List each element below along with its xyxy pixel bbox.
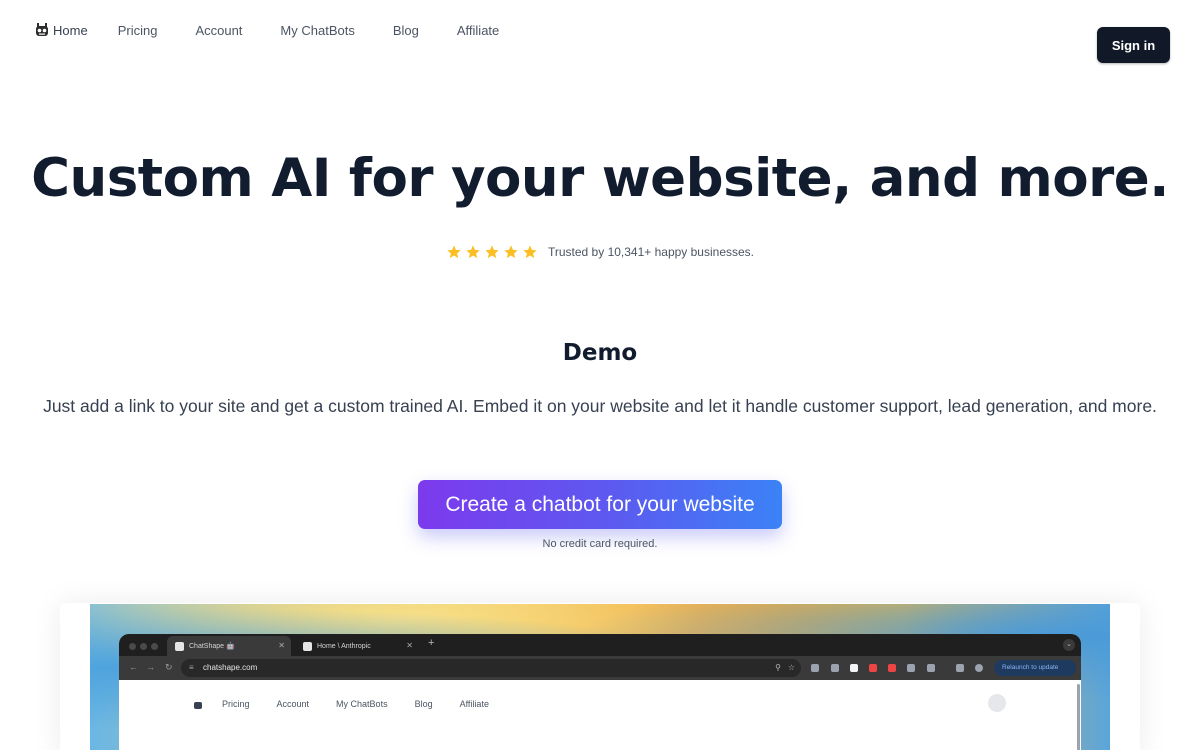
- tab-title: Home \ Anthropic: [317, 642, 371, 650]
- nav-home-link[interactable]: Home: [34, 22, 88, 38]
- window-close-dot: [129, 643, 136, 650]
- nav-home-label: Home: [53, 22, 88, 38]
- window-minimize-dot: [140, 643, 147, 650]
- zoom-icon: ⚲: [775, 663, 781, 672]
- address-bar: ≡ chatshape.com ⚲ ☆: [181, 659, 801, 677]
- extension-icon: [927, 664, 935, 672]
- address-url: chatshape.com: [203, 663, 258, 672]
- sign-in-button[interactable]: Sign in: [1097, 27, 1170, 63]
- nav-pricing-link[interactable]: Pricing: [118, 23, 158, 38]
- demo-description: Just add a link to your site and get a c…: [43, 396, 1157, 416]
- chevron-down-icon: ⌄: [1063, 639, 1075, 651]
- star-icon: [466, 245, 480, 259]
- close-icon: ✕: [278, 641, 285, 650]
- avatar: [988, 694, 1006, 712]
- close-icon: ✕: [406, 641, 413, 650]
- reload-icon: ↻: [165, 662, 173, 672]
- robot-logo-icon: [194, 701, 202, 709]
- star-icon: [504, 245, 518, 259]
- star-icon: [523, 245, 537, 259]
- nav-blog-link[interactable]: Blog: [393, 23, 419, 38]
- robot-logo-icon: [36, 23, 48, 36]
- extension-icon: [831, 664, 839, 672]
- nav-chatbots-link[interactable]: My ChatBots: [280, 23, 354, 38]
- demo-title: Demo: [562, 340, 638, 366]
- site-settings-icon: ≡: [189, 663, 194, 672]
- trust-rating: Trusted by 10,341+ happy businesses.: [0, 244, 1200, 260]
- relaunch-button: Relaunch to update: [994, 660, 1076, 676]
- inner-nav-chatbots: My ChatBots: [336, 699, 388, 709]
- scrollbar: [1077, 684, 1080, 750]
- inner-nav-blog: Blog: [414, 699, 433, 709]
- browser-window: ChatShape 🤖 ✕ Home \ Anthropic ✕ + ⌄ ← →…: [119, 634, 1081, 750]
- star-rating: [446, 244, 541, 260]
- top-navigation: Home Pricing Account My ChatBots Blog Af…: [0, 0, 1200, 70]
- demo-screenshot: ChatShape 🤖 ✕ Home \ Anthropic ✕ + ⌄ ← →…: [90, 604, 1110, 750]
- nav-links: Home Pricing Account My ChatBots Blog Af…: [34, 22, 537, 38]
- forward-icon: →: [146, 662, 155, 672]
- tab-favicon: [175, 641, 184, 651]
- inner-nav-pricing: Pricing: [222, 699, 250, 709]
- trust-text: Trusted by 10,341+ happy businesses.: [547, 245, 755, 259]
- plus-icon: +: [428, 637, 435, 649]
- extension-icon: [811, 664, 819, 672]
- inner-navigation: Pricing Account My ChatBots Blog Affilia…: [193, 699, 516, 709]
- no-credit-card-note: No credit card required.: [542, 538, 658, 550]
- tab-title: ChatShape 🤖: [189, 643, 235, 650]
- tab-favicon: [303, 641, 312, 651]
- browser-page: Pricing Account My ChatBots Blog Affilia…: [119, 680, 1081, 750]
- browser-tab-chatshape: ChatShape 🤖 ✕: [167, 636, 291, 656]
- profile-icon: [975, 664, 983, 672]
- window-maximize-dot: [151, 643, 158, 650]
- browser-toolbar: ← → ↻ ≡ chatshape.com ⚲ ☆ Relaunch to up…: [119, 656, 1081, 680]
- star-icon: [485, 245, 499, 259]
- extension-icon: [850, 664, 858, 672]
- back-icon: ←: [129, 662, 138, 672]
- hero-title: Custom AI for your website, and more.: [31, 148, 1169, 209]
- extension-icon: [888, 664, 896, 672]
- nav-affiliate-link[interactable]: Affiliate: [457, 23, 499, 38]
- inner-nav-affiliate: Affiliate: [459, 699, 489, 709]
- sidebar-icon: [956, 664, 964, 672]
- inner-nav-account: Account: [276, 699, 310, 709]
- browser-tab-anthropic: Home \ Anthropic ✕: [295, 636, 419, 656]
- extension-icon: [869, 664, 877, 672]
- nav-account-link[interactable]: Account: [195, 23, 242, 38]
- star-icon: [447, 245, 461, 259]
- create-chatbot-button[interactable]: Create a chatbot for your website: [418, 480, 782, 529]
- extension-icon: [907, 664, 915, 672]
- bookmark-star-icon: ☆: [787, 663, 795, 672]
